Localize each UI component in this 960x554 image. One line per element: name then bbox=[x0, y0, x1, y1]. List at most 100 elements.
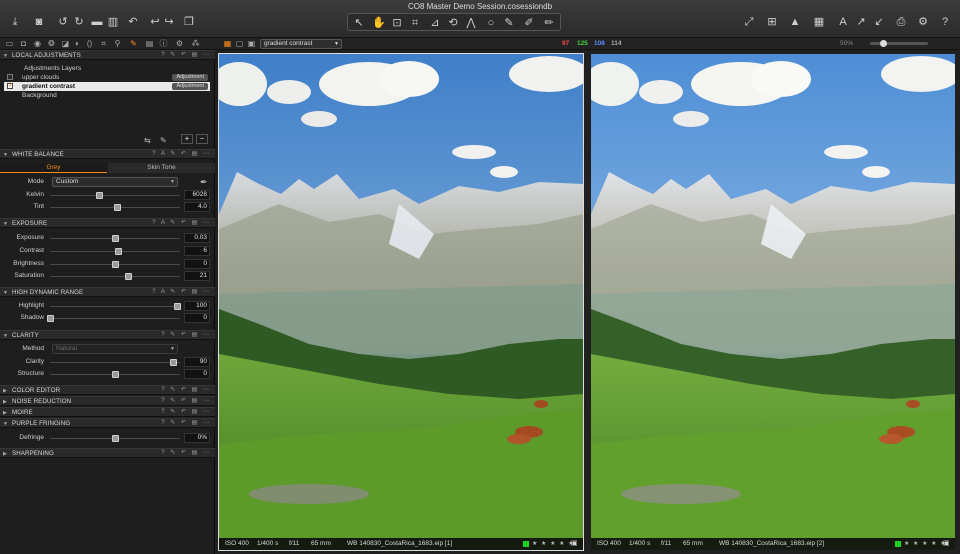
section-moire[interactable]: ▶ MOIRE ? ✎ ↶ ▤ ⋯ bbox=[0, 407, 215, 417]
zoom-slider-handle[interactable] bbox=[880, 40, 887, 47]
section-clarity[interactable]: ▼ CLARITY ? ✎ ↶ ▤ ⋯ bbox=[0, 330, 215, 340]
collapse-triangle-icon[interactable]: ▼ bbox=[3, 151, 8, 159]
settings-tab-icon[interactable]: ⚙ bbox=[174, 38, 185, 50]
collapse-triangle-icon[interactable]: ▼ bbox=[3, 332, 8, 340]
slider-handle[interactable] bbox=[111, 235, 119, 242]
slider-track[interactable] bbox=[50, 248, 180, 255]
select-icon[interactable]: ↖ bbox=[350, 15, 368, 31]
slider-handle[interactable] bbox=[170, 359, 177, 366]
capture-tab-icon[interactable]: ◘ bbox=[18, 38, 29, 50]
undo-icon[interactable]: ↶ bbox=[124, 14, 142, 30]
rotate-tool-icon[interactable]: ⟲ bbox=[444, 15, 462, 31]
slider-value[interactable]: 0.03 bbox=[184, 233, 210, 243]
slider-handle[interactable] bbox=[46, 315, 54, 322]
brush-tab-icon[interactable]: ✎ bbox=[128, 38, 139, 50]
slider-track[interactable] bbox=[50, 235, 180, 242]
collapse-triangle-icon[interactable]: ▼ bbox=[3, 52, 8, 60]
slider-value[interactable]: 100 bbox=[184, 301, 210, 311]
import-icon[interactable]: ⤓ bbox=[6, 14, 24, 30]
slider-value[interactable]: 0 bbox=[184, 369, 210, 379]
eyedropper-icon[interactable]: ✒ bbox=[200, 177, 208, 188]
lens-tab-icon[interactable]: ◉ bbox=[32, 38, 43, 50]
crop-icon[interactable]: ⌗ bbox=[406, 15, 424, 31]
redo-icon[interactable]: ↪ bbox=[160, 14, 178, 30]
layer-row[interactable]: Background bbox=[4, 91, 210, 100]
color-tag-icon[interactable] bbox=[523, 541, 529, 547]
rating-stars[interactable]: ★ ★ ★ ★ ★ bbox=[904, 538, 947, 550]
section-local-adjustments[interactable]: ▼ LOCAL ADJUSTMENTS ? ✎ ↶ ▤ ⋯ bbox=[0, 50, 215, 60]
keystone-icon[interactable]: ⋀ bbox=[462, 15, 480, 31]
wb-mode-dropdown[interactable]: Custom ▼ bbox=[52, 177, 178, 187]
slider-handle[interactable] bbox=[111, 261, 119, 268]
section-controls[interactable]: ? A ✎ ↶ ▤ ⋯ bbox=[152, 219, 211, 228]
viewer-options-icon[interactable]: ▣ bbox=[571, 538, 578, 550]
pick-icon[interactable]: ↙ bbox=[870, 14, 888, 30]
output-tab-icon[interactable]: ▤ bbox=[144, 38, 155, 50]
slider-handle[interactable] bbox=[95, 192, 103, 199]
slider-handle[interactable] bbox=[114, 204, 122, 211]
section-controls[interactable]: ? A ✎ ↶ ▤ ⋯ bbox=[152, 150, 211, 159]
collapse-triangle-icon[interactable]: ▼ bbox=[3, 289, 8, 297]
swap-icon[interactable]: ⇆ bbox=[144, 136, 151, 145]
slider-value[interactable]: 6028 bbox=[184, 190, 210, 200]
expand-triangle-icon[interactable]: ▶ bbox=[3, 409, 7, 417]
slider-track[interactable] bbox=[50, 435, 180, 442]
slider-value[interactable]: 0% bbox=[184, 433, 210, 443]
single-view-icon[interactable]: ▢ bbox=[234, 38, 245, 50]
expand-triangle-icon[interactable]: ▶ bbox=[3, 387, 7, 395]
section-color-editor[interactable]: ▶ COLOR EDITOR ? ✎ ↶ ▤ ⋯ bbox=[0, 385, 215, 395]
local-adjust-tab-icon[interactable]: () bbox=[84, 38, 95, 50]
slider-handle[interactable] bbox=[111, 371, 119, 378]
text-icon[interactable]: A bbox=[834, 14, 852, 30]
brush-icon[interactable]: ✎ bbox=[500, 15, 518, 31]
exposure-tab-icon[interactable]: ◪ bbox=[60, 38, 71, 50]
photo-primary[interactable]: ISO 400 1/400 s f/11 65 mm WB 140830_Cos… bbox=[218, 53, 584, 551]
detail-tab-icon[interactable]: ◐ bbox=[72, 38, 83, 50]
slider-handle[interactable] bbox=[124, 273, 132, 280]
photo-secondary[interactable]: ISO 400 1/400 s f/11 65 mm WB 140830_Cos… bbox=[591, 54, 955, 550]
slider-handle[interactable] bbox=[115, 248, 123, 255]
slider-value[interactable]: 21 bbox=[184, 271, 210, 281]
expand-icon[interactable]: ⤢ bbox=[740, 14, 758, 30]
tab-skin-tone[interactable]: Skin Tone bbox=[108, 163, 215, 173]
section-hdr[interactable]: ▼ HIGH DYNAMIC RANGE ? A ✎ ↶ ▤ ⋯ bbox=[0, 287, 215, 297]
variant-dropdown[interactable]: gradient contrast ▼ bbox=[260, 39, 342, 49]
spot-removal-icon[interactable]: ○ bbox=[482, 15, 500, 31]
color-tab-icon[interactable]: ❂ bbox=[46, 38, 57, 50]
section-controls[interactable]: ? A ✎ ↶ ▤ ⋯ bbox=[152, 288, 211, 297]
slider-value[interactable]: 6 bbox=[184, 246, 210, 256]
slider-track[interactable] bbox=[50, 261, 180, 268]
folder-tab-icon[interactable]: ▭ bbox=[4, 38, 15, 50]
multi-view-icon[interactable]: ▦ bbox=[222, 38, 233, 50]
trash-icon[interactable]: ▥ bbox=[104, 14, 122, 30]
section-controls[interactable]: ? ✎ ↶ ▤ ⋯ bbox=[161, 419, 211, 428]
section-controls[interactable]: ? ✎ ↶ ▤ ⋯ bbox=[161, 408, 211, 417]
slider-track[interactable] bbox=[50, 371, 180, 378]
section-sharpening[interactable]: ▶ SHARPENING ? ✎ ↶ ▤ ⋯ bbox=[0, 448, 215, 458]
straighten-icon[interactable]: ⊿ bbox=[426, 15, 444, 31]
tab-grey[interactable]: Grey bbox=[0, 163, 107, 173]
loupe-icon[interactable]: ⊡ bbox=[388, 15, 406, 31]
collapse-triangle-icon[interactable]: ▼ bbox=[3, 420, 8, 428]
warning-icon[interactable]: ▲ bbox=[786, 14, 804, 30]
batch-tab-icon[interactable]: ⁂ bbox=[190, 38, 201, 50]
section-noise-reduction[interactable]: ▶ NOISE REDUCTION ? ✎ ↶ ▤ ⋯ bbox=[0, 396, 215, 406]
gradient-icon[interactable]: ✏ bbox=[540, 15, 558, 31]
remove-layer-button[interactable]: − bbox=[196, 134, 208, 144]
section-controls[interactable]: ? ✎ ↶ ▤ ⋯ bbox=[161, 449, 211, 458]
collapse-triangle-icon[interactable]: ▼ bbox=[3, 220, 8, 228]
slider-track[interactable] bbox=[46, 315, 180, 322]
expand-triangle-icon[interactable]: ▶ bbox=[3, 398, 7, 406]
rotate-right-icon[interactable]: ↻ bbox=[70, 14, 88, 30]
zoom-slider[interactable] bbox=[870, 40, 928, 47]
slider-value[interactable]: 0 bbox=[184, 313, 210, 323]
layer-checkbox[interactable]: ✓ bbox=[7, 82, 14, 89]
cursor-icon[interactable]: ↗ bbox=[852, 14, 870, 30]
camera-icon[interactable]: ◙ bbox=[30, 14, 48, 30]
slider-track[interactable] bbox=[50, 359, 180, 366]
color-tag-icon[interactable] bbox=[895, 541, 901, 547]
layer-row[interactable]: upper clouds Adjustment bbox=[4, 73, 210, 82]
crop-tab-icon[interactable]: ⌗ bbox=[98, 38, 109, 50]
rating-stars[interactable]: ★ ★ ★ ★ ★ bbox=[532, 538, 575, 550]
slider-track[interactable] bbox=[50, 303, 181, 310]
